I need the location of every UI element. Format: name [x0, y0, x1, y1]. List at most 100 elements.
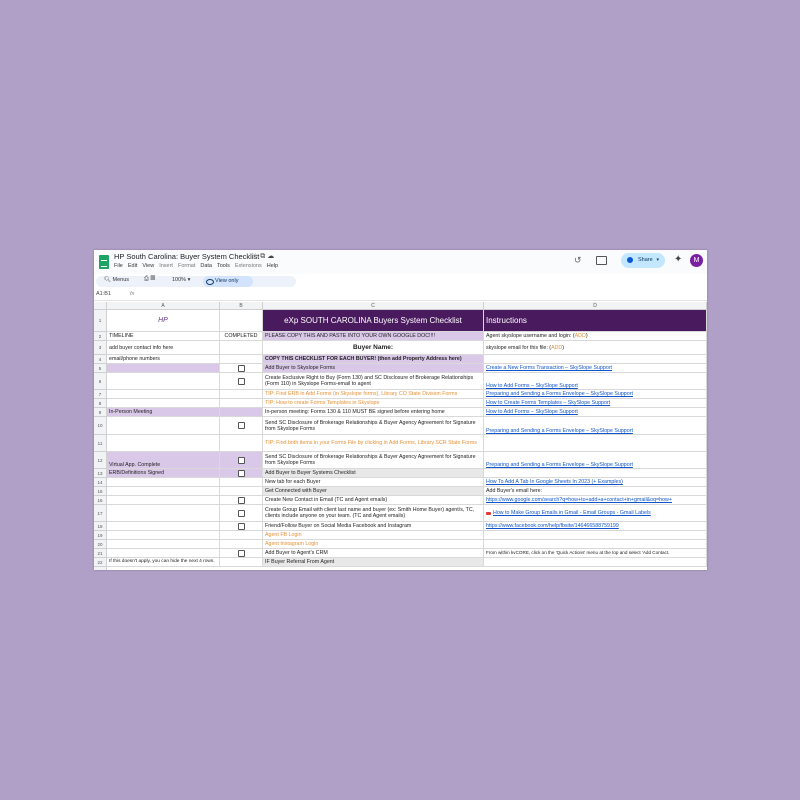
cell[interactable] — [220, 469, 263, 478]
cell[interactable] — [220, 452, 263, 469]
share-button[interactable]: Share ▾ — [621, 253, 665, 268]
cell[interactable] — [220, 522, 263, 531]
cell[interactable]: From within kvCORE, click on the 'Quick … — [484, 549, 707, 558]
help-link[interactable]: How to Add Forms – SkySlope Support — [484, 373, 707, 390]
cell[interactable]: PLEASE COPY THIS AND PASTE INTO YOUR OWN… — [263, 332, 484, 341]
cell[interactable] — [484, 558, 707, 567]
menu-help[interactable]: Help — [267, 263, 278, 269]
row-number[interactable]: 18 — [94, 522, 107, 531]
hint-cell[interactable]: If this doesn't apply, you can hide the … — [107, 558, 220, 567]
help-link[interactable]: How To Add A Tab In Google Sheets In 202… — [484, 478, 707, 487]
cell[interactable]: Add Buyer's email here: — [484, 487, 707, 496]
select-all-corner[interactable] — [94, 302, 107, 310]
row-number[interactable]: 17 — [94, 505, 107, 522]
menu-extensions[interactable]: Extensions — [235, 263, 262, 269]
cell[interactable] — [107, 549, 220, 558]
sheets-logo-icon[interactable] — [99, 255, 109, 269]
checkbox[interactable] — [237, 522, 245, 530]
cell[interactable]: Friend/Follow Buyer on Social Media Face… — [263, 522, 484, 531]
cell[interactable] — [484, 531, 707, 540]
cell[interactable] — [107, 390, 220, 399]
cell[interactable] — [107, 373, 220, 390]
view-only-button[interactable]: View only — [203, 276, 253, 287]
menu-data[interactable]: Data — [200, 263, 212, 269]
name-box[interactable]: A1:B1 — [96, 291, 111, 297]
tip-cell[interactable]: TIP: Find ERB in Add Forms (in Skyslope … — [263, 390, 484, 399]
row-number[interactable]: 19 — [94, 531, 107, 540]
column-header-c[interactable]: C — [263, 302, 484, 310]
cell[interactable] — [220, 373, 263, 390]
cell[interactable]: Create Group Email with client last name… — [263, 505, 484, 522]
cell[interactable] — [107, 364, 220, 373]
row-number[interactable]: 22 — [94, 558, 107, 567]
cell[interactable] — [484, 469, 707, 478]
cell[interactable]: skyslope email for this file: (ADD) — [484, 341, 707, 355]
avatar[interactable]: M — [690, 254, 703, 267]
cell[interactable] — [220, 408, 263, 417]
star-icon[interactable]: ☆ — [252, 253, 258, 260]
cell[interactable] — [220, 364, 263, 373]
chevron-down-icon[interactable]: ▾ — [639, 253, 659, 268]
menu-format[interactable]: Format — [178, 263, 195, 269]
row-number[interactable]: 3 — [94, 341, 107, 355]
row-number[interactable]: 9 — [94, 408, 107, 417]
help-link[interactable]: Preparing and Sending a Forms Envelope –… — [484, 390, 707, 399]
help-link[interactable]: Preparing and Sending a Forms Envelope –… — [484, 417, 707, 435]
help-link[interactable]: Create a New Forms Transaction – SkySlop… — [484, 364, 707, 373]
cell[interactable]: Send SC Disclosure of Brokerage Relation… — [263, 452, 484, 469]
cell[interactable]: Add Buyer to Agent's CRM — [263, 549, 484, 558]
cell[interactable] — [220, 435, 263, 452]
row-number[interactable]: 7 — [94, 390, 107, 399]
cell[interactable]: Create Exclusive Right to Buy (Form 130)… — [263, 373, 484, 390]
help-link[interactable]: https://www.google.com/search?q=how+to+a… — [484, 496, 707, 505]
paint-format-icon[interactable]: ▤ — [150, 276, 155, 282]
checkbox[interactable] — [237, 496, 245, 504]
row-number[interactable]: 14 — [94, 478, 107, 487]
move-folder-icon[interactable]: ⧉ — [260, 253, 265, 260]
column-header-d[interactable]: D — [484, 302, 707, 310]
menu-file[interactable]: File — [114, 263, 123, 269]
row-number[interactable]: 5 — [94, 364, 107, 373]
checkbox[interactable] — [237, 364, 245, 372]
menus-search[interactable]: 🔍︎ Menus — [104, 277, 129, 283]
cell[interactable] — [220, 355, 263, 364]
cell[interactable]: email/phone numbers — [107, 355, 220, 364]
zoom-select[interactable]: 100% ▾ — [172, 277, 190, 283]
section-header[interactable]: Get Connected with Buyer — [263, 487, 484, 496]
agent-fb-login[interactable]: Agent FB Login — [263, 531, 484, 540]
section-header[interactable]: IF Buyer Referral From Agent — [263, 558, 484, 567]
help-link[interactable]: How to Add Forms – SkySlope Support — [484, 408, 707, 417]
row-number[interactable]: 10 — [94, 417, 107, 435]
menu-tools[interactable]: Tools — [217, 263, 230, 269]
help-link[interactable]: Preparing and Sending a Forms Envelope –… — [484, 452, 707, 469]
cell[interactable] — [220, 341, 263, 355]
row-number[interactable]: 12 — [94, 452, 107, 469]
cell[interactable] — [107, 417, 220, 435]
cell[interactable] — [220, 390, 263, 399]
row-number[interactable]: 4 — [94, 355, 107, 364]
timeline-cell[interactable]: ERB/Definitions Signed — [107, 469, 220, 478]
row-number[interactable]: 21 — [94, 549, 107, 558]
cell[interactable] — [220, 487, 263, 496]
cell[interactable] — [107, 531, 220, 540]
cell[interactable] — [107, 505, 220, 522]
help-link[interactable]: How to Create Forms Templates – SkySlope… — [484, 399, 707, 408]
completed-header[interactable]: COMPLETED — [220, 332, 263, 341]
history-icon[interactable]: ↺ — [574, 255, 582, 266]
cell[interactable] — [220, 531, 263, 540]
document-title[interactable]: HP South Carolina: Buyer System Checklis… — [114, 252, 259, 261]
help-link[interactable]: https://www.facebook.com/help/fbsite/146… — [484, 522, 707, 531]
cell[interactable] — [107, 435, 220, 452]
cell-logo[interactable]: HP — [107, 310, 220, 332]
meet-icon[interactable] — [596, 256, 607, 265]
cell[interactable]: Add Buyer to Skyslope Forms — [263, 364, 484, 373]
row-number[interactable]: 6 — [94, 373, 107, 390]
cell[interactable] — [484, 540, 707, 549]
row-number[interactable]: 15 — [94, 487, 107, 496]
tip-cell[interactable]: TIP: Find both items in your Forms File … — [263, 435, 484, 452]
tip-cell[interactable]: TIP: How to create Forms Templates in Sk… — [263, 399, 484, 408]
section-header[interactable]: Add Buyer to Buyer Systems Checklist — [263, 469, 484, 478]
sheet-title[interactable]: eXp SOUTH CAROLINA Buyers System Checkli… — [263, 310, 484, 332]
cell[interactable] — [220, 540, 263, 549]
cell[interactable]: How to Make Group Emails in Gmail - Emai… — [484, 505, 707, 522]
